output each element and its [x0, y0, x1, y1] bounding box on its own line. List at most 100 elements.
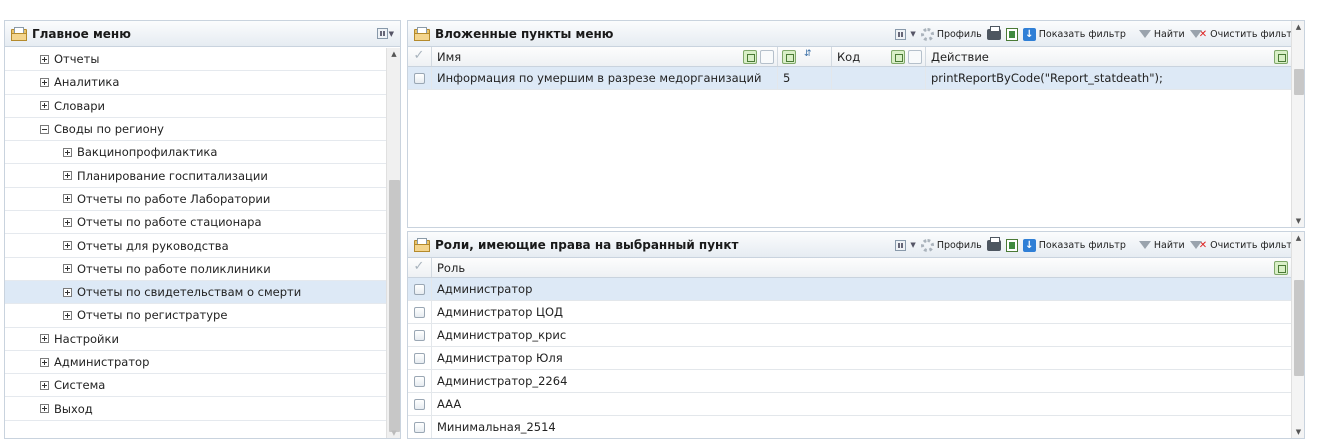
tree-item[interactable]: Своды по региону	[5, 118, 386, 142]
main-menu-tree: Отчеты Аналитика Словари Своды по региону Ва…	[5, 48, 386, 421]
table-row[interactable]: Администратор Юля	[408, 347, 1291, 370]
table-row[interactable]: Администратор	[408, 278, 1291, 301]
tree-item[interactable]: Вакцинопрофилактика	[5, 141, 386, 165]
tree-item[interactable]: Аналитика	[5, 71, 386, 95]
column-filter-icon[interactable]	[743, 50, 757, 64]
column-header-order[interactable]: ⇵	[778, 47, 832, 66]
expand-plus-icon[interactable]	[40, 54, 49, 64]
expand-plus-icon[interactable]	[40, 380, 49, 390]
row-checkbox[interactable]	[408, 416, 432, 438]
table-row[interactable]: AAA	[408, 393, 1291, 416]
tree-item[interactable]: Система	[5, 374, 386, 398]
folder-icon	[414, 237, 430, 252]
clear-filter-icon	[1189, 241, 1202, 249]
roles-grid-header: Роль	[408, 258, 1304, 278]
column-chooser-button[interactable]: ▼	[895, 28, 916, 40]
main-menu-scrollbar[interactable]: ▲ ▼	[386, 48, 400, 438]
tree-item[interactable]: Отчеты по работе Лаборатории	[5, 188, 386, 212]
scroll-thumb[interactable]	[389, 180, 400, 432]
tree-item[interactable]: Отчеты по работе стационара	[5, 211, 386, 235]
nested-items-scrollbar[interactable]: ▲ ▼	[1291, 21, 1304, 227]
row-checkbox[interactable]	[408, 370, 432, 392]
column-header-role[interactable]: Роль	[432, 258, 1291, 277]
tree-item[interactable]: Отчеты по работе поликлиники	[5, 258, 386, 281]
scroll-up-arrow-icon[interactable]: ▲	[1292, 23, 1304, 31]
cell-role: Минимальная_2514	[437, 420, 556, 434]
roles-scrollbar[interactable]: ▲ ▼	[1291, 232, 1304, 438]
find-button[interactable]: Найти	[1138, 239, 1185, 251]
column-chooser-button[interactable]: ▼	[895, 239, 916, 251]
expand-plus-icon[interactable]	[40, 334, 49, 344]
collapse-minus-icon[interactable]	[40, 124, 49, 134]
expand-plus-icon[interactable]	[40, 101, 49, 111]
expand-plus-icon[interactable]	[40, 404, 49, 414]
scroll-up-arrow-icon[interactable]: ▲	[1292, 234, 1304, 242]
column-filter-icon[interactable]	[1274, 50, 1288, 64]
expand-plus-icon[interactable]	[63, 241, 72, 251]
expand-plus-icon[interactable]	[63, 194, 72, 204]
tree-item[interactable]: Отчеты	[5, 48, 386, 72]
tree-item[interactable]: Планирование госпитализации	[5, 164, 386, 188]
row-checkbox[interactable]	[408, 347, 432, 369]
row-checkbox[interactable]	[408, 67, 432, 89]
table-row[interactable]: Информация по умершим в разрезе медорган…	[408, 67, 1304, 90]
row-checkbox[interactable]	[408, 278, 432, 300]
select-all-checkbox[interactable]	[408, 47, 432, 66]
tree-item[interactable]: Отчеты для руководства	[5, 234, 386, 258]
profile-button[interactable]: Профиль	[920, 238, 982, 252]
column-filter-icon[interactable]	[782, 50, 796, 64]
expand-plus-icon[interactable]	[63, 287, 72, 297]
column-filter-icon[interactable]	[1274, 261, 1288, 275]
table-row[interactable]: Минимальная_2514	[408, 416, 1291, 438]
column-header-action[interactable]: Действие	[926, 47, 1291, 66]
sort-icon[interactable]: ⇵	[804, 49, 812, 59]
column-filter-icon[interactable]	[891, 50, 905, 64]
tree-item[interactable]: Настройки	[5, 328, 386, 351]
tree-item[interactable]: Словари	[5, 95, 386, 118]
scroll-up-arrow-icon[interactable]: ▲	[387, 50, 400, 58]
expand-plus-icon[interactable]	[63, 264, 72, 274]
expand-plus-icon[interactable]	[40, 357, 49, 367]
scroll-thumb[interactable]	[1294, 69, 1304, 95]
expand-plus-icon[interactable]	[40, 77, 49, 87]
column-chooser-icon[interactable]: ▼	[376, 28, 394, 39]
tree-item[interactable]: Выход	[5, 397, 386, 421]
show-filter-button[interactable]: ↓ Показать фильтр	[1022, 238, 1126, 252]
column-menu-icon[interactable]	[908, 50, 922, 64]
column-header-name[interactable]: Имя	[432, 47, 778, 66]
select-all-checkbox[interactable]	[408, 258, 432, 277]
table-row[interactable]: Администратор_крис	[408, 324, 1291, 347]
print-button[interactable]	[986, 236, 1001, 251]
find-label: Найти	[1153, 239, 1185, 251]
expand-plus-icon[interactable]	[63, 310, 72, 320]
table-row[interactable]: Администратор_2264	[408, 370, 1291, 393]
clear-filter-button[interactable]: ✕ Очистить фильтр	[1189, 240, 1298, 251]
column-menu-icon[interactable]	[760, 50, 774, 64]
row-checkbox[interactable]	[408, 324, 432, 346]
tree-item-label: Отчеты по работе Лаборатории	[77, 191, 271, 206]
show-filter-button[interactable]: ↓ Показать фильтр	[1022, 27, 1126, 41]
download-filter-icon: ↓	[1022, 27, 1036, 41]
print-button[interactable]	[986, 25, 1001, 40]
scroll-down-arrow-icon[interactable]: ▼	[1292, 428, 1304, 436]
scroll-down-arrow-icon[interactable]: ▼	[387, 429, 400, 437]
row-checkbox[interactable]	[408, 393, 432, 415]
expand-plus-icon[interactable]	[63, 171, 72, 181]
profile-button[interactable]: Профиль	[920, 27, 982, 41]
tree-item[interactable]: Отчеты по свидетельствам о смерти	[5, 280, 386, 305]
table-row[interactable]: Администратор ЦОД	[408, 301, 1291, 324]
find-button[interactable]: Найти	[1138, 29, 1185, 40]
clear-filter-button[interactable]: ✕ Очистить фильтр	[1189, 29, 1298, 40]
row-checkbox[interactable]	[408, 301, 432, 323]
column-header-code[interactable]: Код	[832, 47, 926, 66]
tree-item[interactable]: Администратор	[5, 351, 386, 375]
scroll-down-arrow-icon[interactable]: ▼	[1292, 217, 1304, 225]
tree-item-label: Система	[54, 378, 106, 393]
excel-export-button[interactable]	[1005, 238, 1018, 252]
expand-plus-icon[interactable]	[63, 147, 72, 157]
scroll-thumb[interactable]	[1294, 280, 1304, 376]
excel-export-button[interactable]	[1005, 27, 1018, 41]
expand-plus-icon[interactable]	[63, 217, 72, 227]
tree-item-label: Вакцинопрофилактика	[77, 145, 218, 160]
tree-item[interactable]: Отчеты по регистратуре	[5, 304, 386, 328]
